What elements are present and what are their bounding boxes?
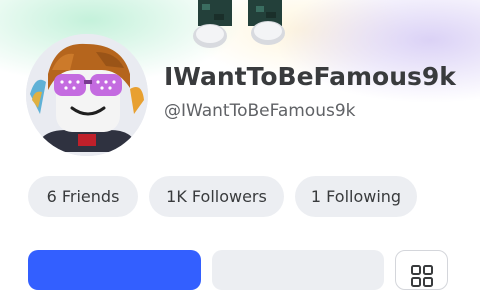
grid-icon <box>411 265 433 287</box>
following-count-button[interactable]: 1 Following <box>295 176 417 217</box>
avatar-body-feet <box>190 0 290 56</box>
followers-count-label: 1K Followers <box>166 187 267 206</box>
username: @IWantToBeFamous9k <box>164 101 356 121</box>
avatar[interactable] <box>26 34 148 156</box>
display-name: IWantToBeFamous9k <box>164 62 456 91</box>
secondary-action-button[interactable] <box>212 250 384 290</box>
followers-count-button[interactable]: 1K Followers <box>149 176 284 217</box>
more-options-button[interactable] <box>395 250 448 290</box>
primary-action-button[interactable] <box>28 250 201 290</box>
friends-count-label: 6 Friends <box>46 187 120 206</box>
friends-count-button[interactable]: 6 Friends <box>28 176 138 217</box>
following-count-label: 1 Following <box>310 187 402 206</box>
